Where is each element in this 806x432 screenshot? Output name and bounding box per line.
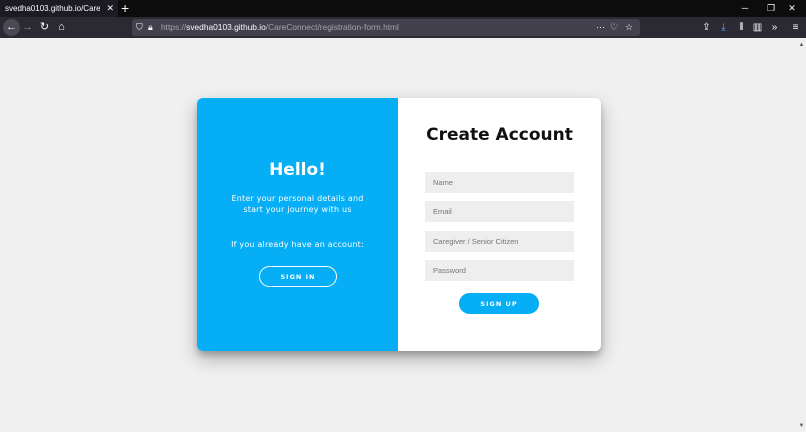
- pocket-icon[interactable]: ♡: [610, 19, 618, 36]
- more-icon[interactable]: ···: [596, 19, 605, 36]
- menu-icon[interactable]: ≡: [788, 19, 803, 36]
- signin-prompt: If you already have an account:: [231, 240, 364, 249]
- minimize-icon[interactable]: ─: [731, 0, 759, 17]
- page-scrollbar[interactable]: ▲ ▼: [797, 38, 806, 432]
- home-icon[interactable]: ⌂: [53, 19, 70, 36]
- lock-icon[interactable]: 🔒︎: [148, 19, 153, 36]
- tab-title: svedha0103.github.io/CareConnect: [5, 4, 100, 13]
- welcome-heading: Hello!: [269, 160, 326, 180]
- overflow-icon[interactable]: »: [767, 19, 782, 36]
- bookmark-star-icon[interactable]: ☆: [625, 19, 633, 36]
- forward-icon[interactable]: →: [19, 19, 36, 36]
- sign-up-button[interactable]: SIGN UP: [459, 293, 539, 314]
- password-input[interactable]: [425, 260, 574, 281]
- welcome-panel: Hello! Enter your personal details and s…: [197, 98, 398, 351]
- signup-form: Create Account SIGN UP: [398, 98, 601, 351]
- welcome-subtitle: Enter your personal details and start yo…: [231, 194, 364, 214]
- library-icon[interactable]: ⫴: [734, 19, 749, 36]
- url-path: /CareConnect/registration-form.html: [265, 22, 399, 32]
- navigation-toolbar: ← → ↻ ⌂ ⛉ 🔒︎ https://svedha0103.github.i…: [0, 17, 806, 38]
- sign-in-button[interactable]: SIGN IN: [259, 266, 337, 287]
- close-icon[interactable]: ✕: [106, 3, 114, 13]
- back-icon[interactable]: ←: [3, 19, 20, 36]
- sidebar-icon[interactable]: ▥: [750, 19, 765, 36]
- window-close-icon[interactable]: ✕: [778, 0, 806, 17]
- registration-card: Hello! Enter your personal details and s…: [197, 98, 601, 351]
- name-input[interactable]: [425, 172, 574, 193]
- role-input[interactable]: [425, 231, 574, 252]
- address-bar[interactable]: ⛉ 🔒︎ https://svedha0103.github.io/CareCo…: [132, 19, 640, 36]
- plus-icon[interactable]: +: [121, 0, 129, 16]
- url-domain: svedha0103.github.io: [186, 22, 266, 32]
- form-title: Create Account: [426, 125, 573, 145]
- browser-tab[interactable]: svedha0103.github.io/CareConnect ✕: [0, 0, 118, 17]
- url-prefix: https://: [161, 22, 187, 32]
- scroll-up-icon[interactable]: ▲: [797, 42, 806, 48]
- email-input[interactable]: [425, 201, 574, 222]
- reload-icon[interactable]: ↻: [36, 19, 53, 36]
- share-icon[interactable]: ⇪: [699, 19, 714, 36]
- download-icon[interactable]: ⤓: [716, 19, 731, 36]
- tab-bar: svedha0103.github.io/CareConnect ✕ + ─ ❐…: [0, 0, 806, 17]
- shield-icon[interactable]: ⛉: [136, 19, 143, 36]
- scroll-down-icon[interactable]: ▼: [797, 423, 806, 429]
- url-text[interactable]: https://svedha0103.github.io/CareConnect…: [161, 19, 399, 36]
